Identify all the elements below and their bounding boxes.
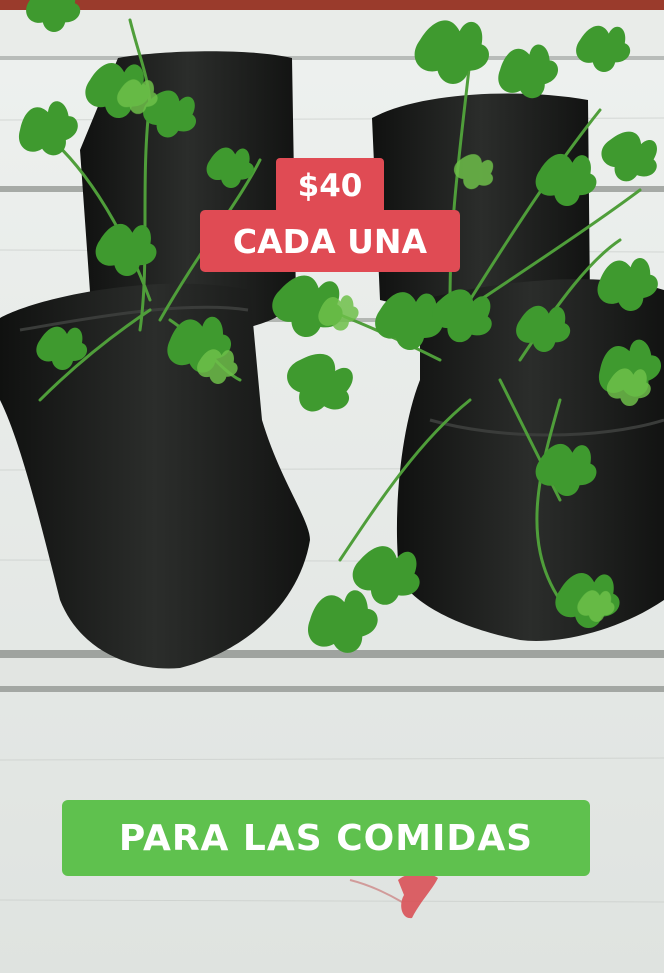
price-amount: $40 [276, 158, 384, 214]
footer-caption: PARA LAS COMIDAS [62, 800, 590, 876]
photo: $40 CADA UNA PARA LAS COMIDAS [0, 0, 664, 973]
price-unit: CADA UNA [200, 210, 460, 272]
price-label: $40 CADA UNA [200, 158, 460, 276]
